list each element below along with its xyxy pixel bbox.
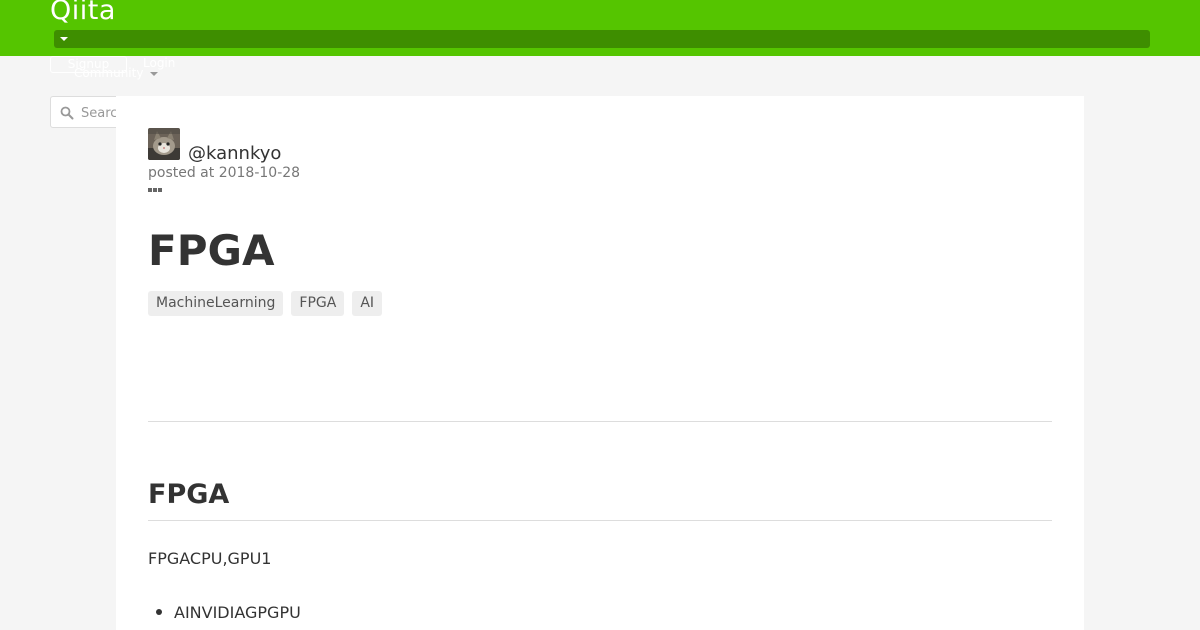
tag-ai[interactable]: AI	[352, 291, 383, 316]
posted-date: posted at 2018-10-28	[148, 165, 301, 181]
chevron-down-icon	[150, 72, 158, 76]
divider	[148, 421, 1052, 422]
section-heading: FPGA	[148, 479, 230, 510]
site-header: Qiita	[0, 0, 1200, 56]
article-card: @kannkyo posted at 2018-10-28 FPGA Machi…	[116, 96, 1084, 630]
heading-underline	[148, 520, 1052, 521]
list-item: AINVIDIAGPGPU	[148, 603, 301, 622]
author-username[interactable]: @kannkyo	[188, 143, 281, 164]
caret-down-icon	[60, 37, 68, 41]
menu-dropdown-bar[interactable]	[54, 30, 1150, 48]
more-options-icon[interactable]	[148, 187, 164, 193]
tag-list: MachineLearning FPGA AI	[148, 291, 383, 316]
avatar[interactable]	[148, 128, 180, 160]
list-item-text: AINVIDIAGPGPU	[174, 603, 301, 622]
tag-machinelearning[interactable]: MachineLearning	[148, 291, 284, 316]
community-menu[interactable]: Community	[74, 66, 143, 81]
qiita-logo[interactable]: Qiita	[50, 0, 116, 26]
article-title: FPGA	[148, 226, 275, 275]
search-icon	[60, 106, 74, 120]
article-paragraph: FPGACPU,GPU1	[148, 549, 272, 568]
tag-fpga[interactable]: FPGA	[291, 291, 345, 316]
bullet-icon	[156, 609, 162, 615]
cat-avatar-image	[148, 128, 180, 160]
login-link[interactable]: Login	[143, 56, 175, 71]
